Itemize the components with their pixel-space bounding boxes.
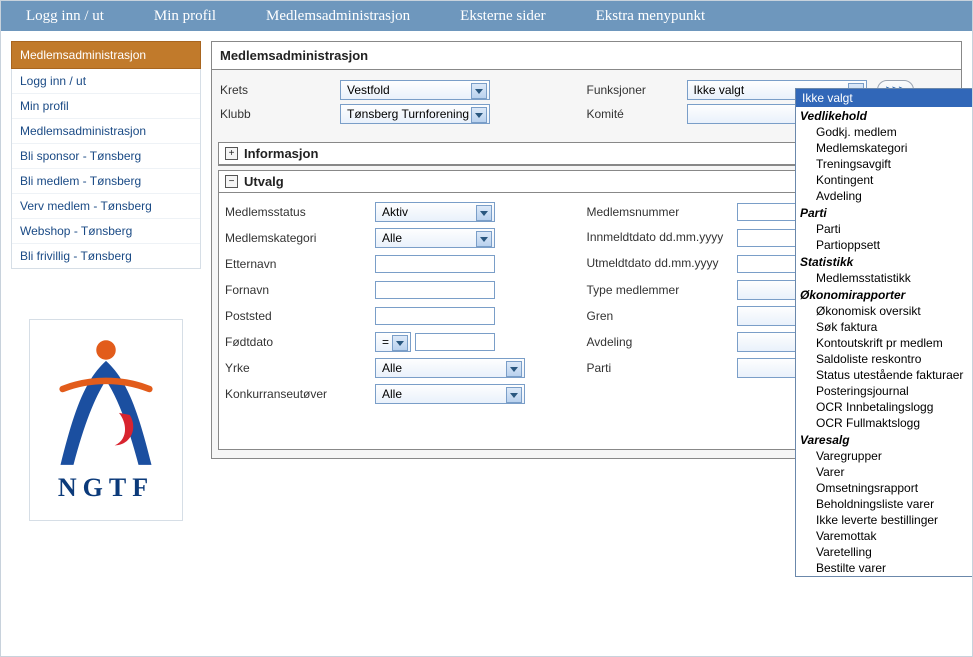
- sidebar-item-login[interactable]: Logg inn / ut: [12, 69, 200, 93]
- label-gren: Gren: [587, 309, 737, 323]
- dropdown-option[interactable]: Varer: [796, 464, 973, 480]
- section-utvalg-title: Utvalg: [244, 174, 284, 189]
- dropdown-group: Varesalg: [796, 431, 973, 448]
- dropdown-option[interactable]: Kontingent: [796, 172, 973, 188]
- label-medlemsstatus: Medlemsstatus: [225, 205, 375, 219]
- dropdown-option[interactable]: Medlemskategori: [796, 140, 973, 156]
- sidebar-item-frivillig[interactable]: Bli frivillig - Tønsberg: [12, 243, 200, 268]
- dropdown-option[interactable]: Omsetningsrapport: [796, 480, 973, 496]
- dropdown-option[interactable]: Søk faktura: [796, 319, 973, 335]
- input-fodtdato[interactable]: [415, 333, 495, 351]
- nav-members[interactable]: Medlemsadministrasjon: [241, 8, 435, 25]
- sidebar-item-webshop[interactable]: Webshop - Tønsberg: [12, 218, 200, 243]
- dropdown-option[interactable]: Beholdningsliste varer: [796, 496, 973, 512]
- dropdown-option[interactable]: Partioppsett: [796, 237, 973, 253]
- sidebar-item-profile[interactable]: Min profil: [12, 93, 200, 118]
- sidebar-item-members[interactable]: Medlemsadministrasjon: [12, 118, 200, 143]
- label-etternavn: Etternavn: [225, 257, 375, 271]
- label-parti: Parti: [587, 361, 737, 375]
- top-nav: Logg inn / ut Min profil Medlemsadminist…: [1, 1, 972, 31]
- sidebar-item-sponsor[interactable]: Bli sponsor - Tønsberg: [12, 143, 200, 168]
- label-klubb: Klubb: [220, 107, 340, 121]
- dropdown-option[interactable]: Varegrupper: [796, 448, 973, 464]
- dropdown-group: Parti: [796, 204, 973, 221]
- nav-login[interactable]: Logg inn / ut: [1, 8, 129, 25]
- utvalg-left-column: MedlemsstatusAktiv MedlemskategoriAlle E…: [225, 197, 587, 439]
- dropdown-option[interactable]: OCR Fullmaktslogg: [796, 415, 973, 431]
- dropdown-option[interactable]: Varemottak: [796, 528, 973, 544]
- dropdown-option[interactable]: Varetelling: [796, 544, 973, 560]
- dropdown-option[interactable]: Treningsavgift: [796, 156, 973, 172]
- label-poststed: Poststed: [225, 309, 375, 323]
- collapse-icon: −: [225, 175, 238, 188]
- dropdown-option[interactable]: Saldoliste reskontro: [796, 351, 973, 367]
- dropdown-option[interactable]: Parti: [796, 221, 973, 237]
- dropdown-option-selected[interactable]: Ikke valgt: [796, 89, 973, 107]
- label-komite: Komité: [587, 107, 687, 121]
- label-medlemskategori: Medlemskategori: [225, 231, 375, 245]
- dropdown-option[interactable]: Kontoutskrift pr medlem: [796, 335, 973, 351]
- sidebar-list: Logg inn / ut Min profil Medlemsadminist…: [11, 69, 201, 269]
- section-informasjon-title: Informasjon: [244, 146, 318, 161]
- page-title: Medlemsadministrasjon: [212, 42, 961, 70]
- dropdown-option[interactable]: Posteringsjournal: [796, 383, 973, 399]
- select-medlemsstatus[interactable]: Aktiv: [375, 202, 495, 222]
- input-fornavn[interactable]: [375, 281, 495, 299]
- label-type-medlemmer: Type medlemmer: [587, 283, 737, 297]
- label-innmeldtdato: Innmeldtdato dd.mm.yyyy: [587, 231, 737, 244]
- expand-icon: +: [225, 147, 238, 160]
- select-fodtdato-op[interactable]: =: [375, 332, 411, 352]
- dropdown-option[interactable]: Avdeling: [796, 188, 973, 204]
- dropdown-option[interactable]: OCR Innbetalingslogg: [796, 399, 973, 415]
- logo-icon: [51, 337, 161, 467]
- dropdown-option[interactable]: Bestilte varer: [796, 560, 973, 576]
- sidebar: Medlemsadministrasjon Logg inn / ut Min …: [1, 31, 211, 656]
- label-funksjoner: Funksjoner: [587, 83, 687, 97]
- app-window: Logg inn / ut Min profil Medlemsadminist…: [0, 0, 973, 657]
- nav-profile[interactable]: Min profil: [129, 8, 241, 25]
- label-konkurranse: Konkurranseutøver: [225, 387, 375, 401]
- input-etternavn[interactable]: [375, 255, 495, 273]
- dropdown-option[interactable]: Medlemsstatistikk: [796, 270, 973, 286]
- dropdown-group: Statistikk: [796, 253, 973, 270]
- funksjoner-dropdown[interactable]: Ikke valgtVedlikeholdGodkj. medlemMedlem…: [795, 88, 973, 577]
- nav-external[interactable]: Eksterne sider: [435, 8, 570, 25]
- dropdown-option[interactable]: Ikke leverte bestillinger: [796, 512, 973, 528]
- sidebar-item-medlem[interactable]: Bli medlem - Tønsberg: [12, 168, 200, 193]
- dropdown-option[interactable]: Status utestående fakturaer: [796, 367, 973, 383]
- select-konkurranse[interactable]: Alle: [375, 384, 525, 404]
- dropdown-option[interactable]: Økonomisk oversikt: [796, 303, 973, 319]
- logo: NGTF: [29, 319, 183, 521]
- select-yrke[interactable]: Alle: [375, 358, 525, 378]
- logo-label: NGTF: [58, 473, 154, 503]
- label-yrke: Yrke: [225, 361, 375, 375]
- dropdown-group: Vedlikehold: [796, 107, 973, 124]
- label-utmeldtdato: Utmeldtdato dd.mm.yyyy: [587, 257, 737, 270]
- sidebar-item-verv[interactable]: Verv medlem - Tønsberg: [12, 193, 200, 218]
- label-medlemsnummer: Medlemsnummer: [587, 205, 737, 219]
- main-area: Medlemsadministrasjon Krets Vestfold Klu…: [211, 31, 972, 656]
- select-medlemskategori[interactable]: Alle: [375, 228, 495, 248]
- label-fornavn: Fornavn: [225, 283, 375, 297]
- sidebar-title: Medlemsadministrasjon: [11, 41, 201, 69]
- dropdown-group: Økonomirapporter: [796, 286, 973, 303]
- label-krets: Krets: [220, 83, 340, 97]
- select-klubb[interactable]: Tønsberg Turnforening: [340, 104, 490, 124]
- label-avdeling: Avdeling: [587, 335, 737, 349]
- nav-extra[interactable]: Ekstra menypunkt: [571, 8, 731, 25]
- label-fodtdato: Fødtdato: [225, 335, 375, 349]
- dropdown-option[interactable]: Godkj. medlem: [796, 124, 973, 140]
- select-krets[interactable]: Vestfold: [340, 80, 490, 100]
- input-poststed[interactable]: [375, 307, 495, 325]
